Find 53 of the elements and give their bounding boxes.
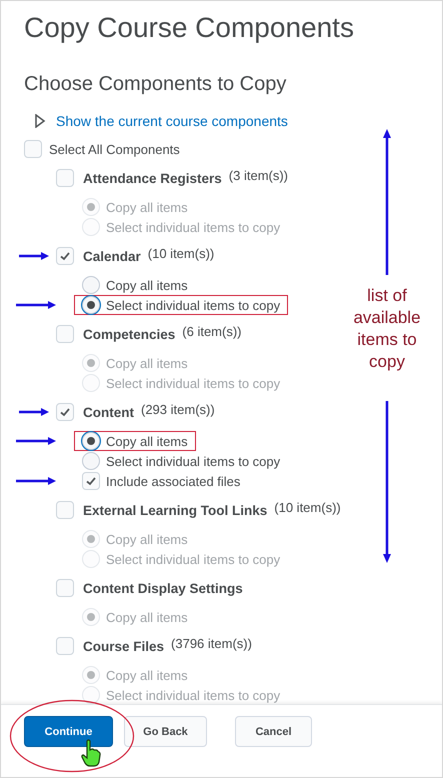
component-checkbox[interactable] — [56, 501, 74, 519]
checkmark-icon — [59, 250, 71, 262]
footer-button[interactable]: Go Back — [124, 716, 207, 747]
component-checkbox[interactable] — [56, 637, 74, 655]
option-label: Select individual items to copy — [106, 688, 280, 702]
item-count: (3796 item(s)) — [171, 636, 252, 651]
option-label: Copy all items — [106, 356, 188, 370]
item-count: (10 item(s)) — [148, 246, 214, 261]
component-checkbox[interactable] — [56, 169, 74, 187]
continue-button[interactable]: Continue — [24, 716, 113, 747]
option-checkbox[interactable] — [82, 472, 100, 490]
option-label: Select individual items to copy — [106, 376, 280, 390]
checkmark-icon — [59, 406, 71, 418]
disclosure-triangle-icon[interactable] — [33, 114, 47, 128]
option-label: Copy all items — [106, 200, 188, 214]
component-checkbox[interactable] — [56, 247, 74, 265]
component-name: Attendance Registers — [83, 170, 222, 186]
option-label: Select individual items to copy — [106, 454, 280, 468]
component-name: Calendar — [83, 248, 141, 264]
option-label: Copy all items — [106, 610, 188, 624]
component-name: Content Display Settings — [83, 580, 243, 596]
component-name: External Learning Tool Links — [83, 502, 268, 518]
checkbox-label: Select All Components — [49, 142, 180, 156]
option-label: Select individual items to copy — [106, 552, 280, 566]
item-count: (6 item(s)) — [182, 324, 242, 339]
radio-button[interactable] — [82, 296, 100, 314]
section-heading: Choose Components to Copy — [24, 72, 286, 96]
option-label: Select individual items to copy — [106, 298, 280, 312]
radio-button[interactable] — [82, 276, 100, 294]
option-label: Copy all items — [106, 434, 188, 448]
annotation-text: list of available items to copy — [352, 285, 422, 373]
option-label: Select individual items to copy — [106, 220, 280, 234]
component-name: Course Files — [83, 638, 164, 654]
item-count: (293 item(s)) — [141, 402, 215, 417]
component-checkbox[interactable] — [56, 403, 74, 421]
select-all-checkbox[interactable] — [24, 140, 42, 158]
item-count: (3 item(s)) — [228, 168, 288, 183]
component-name: Content — [83, 404, 134, 420]
option-label: Include associated files — [106, 474, 240, 488]
hand-cursor-icon — [81, 739, 101, 767]
footer-button[interactable]: Cancel — [235, 716, 312, 747]
radio-button[interactable] — [82, 452, 100, 470]
option-label: Copy all items — [106, 532, 188, 546]
option-label: Copy all items — [106, 668, 188, 682]
radio-button[interactable] — [82, 432, 100, 450]
checkmark-icon — [85, 475, 97, 487]
page-title: Copy Course Components — [24, 11, 354, 45]
component-checkbox[interactable] — [56, 325, 74, 343]
item-count: (10 item(s)) — [274, 500, 341, 515]
component-checkbox[interactable] — [56, 579, 74, 597]
component-name: Competencies — [83, 326, 176, 342]
show-components-link[interactable]: Show the current course components — [56, 113, 288, 129]
option-label: Copy all items — [106, 278, 188, 292]
